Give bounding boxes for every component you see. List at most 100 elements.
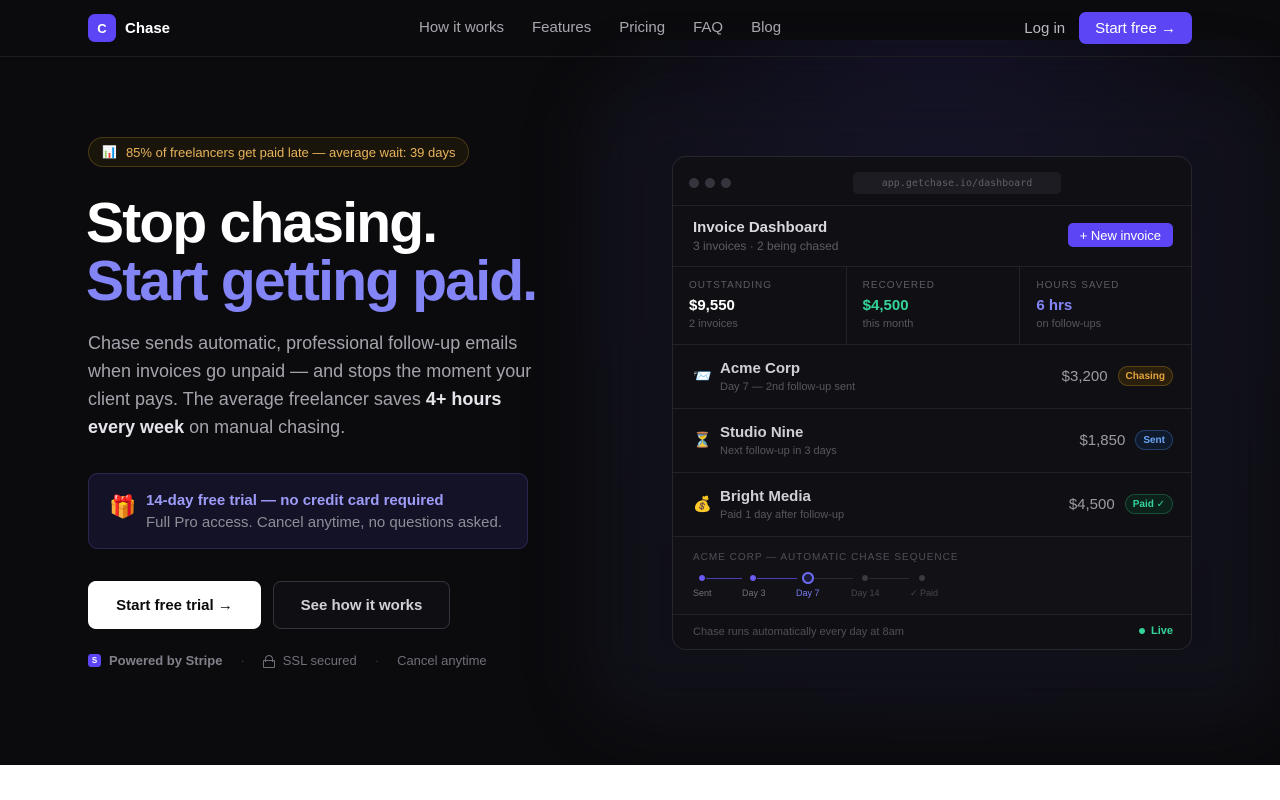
metric-value: $9,550 [689,297,735,314]
chase-sequence: ACME CORP — AUTOMATIC CHASE SEQUENCE Sen… [673,537,1191,615]
description-text-2: on manual chasing. [184,417,346,437]
metric-outstanding: OUTSTANDING $9,550 2 invoices [673,267,847,345]
invoice-meta: $3,200 Chasing [1062,366,1173,386]
invoice-note: Paid 1 day after follow-up [720,509,845,521]
sequence-step-dot [862,575,868,581]
powered-by-stripe: Powered by Stripe [109,653,223,668]
window-dot-icon [721,178,731,188]
sequence-step-dot [750,575,756,581]
trial-callout: 🎁 14-day free trial — no credit card req… [88,473,528,549]
metric-recovered: RECOVERED $4,500 this month [847,267,1021,345]
metric-label: RECOVERED [862,280,936,291]
metric-hours-saved: HOURS SAVED 6 hrs on follow-ups [1020,267,1191,345]
gift-icon: 🎁 [109,494,137,519]
sequence-step-label: Sent [693,588,712,598]
invoice-meta: $1,850 Sent [1079,430,1173,450]
brand-name: Chase [125,19,171,37]
url-bar: app.getchase.io/dashboard [853,172,1061,194]
headline-line-1: Stop chasing. [86,191,438,255]
window-dot-icon [689,178,699,188]
bar-chart-icon: 📊 [102,145,117,159]
headline-line-2: Start getting paid. [86,249,538,313]
nav-link-blog[interactable]: Blog [751,19,781,36]
start-free-button[interactable]: Start free → [1079,12,1192,44]
sequence-step-dot [699,575,705,581]
sequence-step-label: Day 14 [851,588,880,598]
sequence-connector [757,578,797,579]
live-dot-icon [1138,628,1145,634]
see-how-it-works-button[interactable]: See how it works [273,581,450,629]
hero-description: Chase sends automatic, professional foll… [88,329,538,441]
new-invoice-button[interactable]: + New invoice [1067,223,1173,247]
stripe-icon: S [88,654,101,667]
start-free-trial-button[interactable]: Start free trial → [88,581,261,629]
envelope-icon: 📨 [693,368,712,385]
invoice-amount: $3,200 [1061,367,1108,385]
nav-actions: Log in Start free → [1024,12,1192,44]
metric-label: HOURS SAVED [1036,280,1120,291]
live-label: Live [1150,625,1173,637]
invoice-amount: $1,850 [1079,431,1126,449]
metric-value: $4,500 [862,297,909,314]
logo-mark-icon: C [88,14,116,42]
hourglass-icon: ⏳ [693,432,712,449]
sequence-current-step [802,572,814,584]
status-badge: Sent [1135,430,1173,450]
trust-row: S Powered by Stripe · SSL secured · Canc… [88,653,487,668]
sequence-step-label: Day 7 [796,588,820,598]
dashboard-preview: app.getchase.io/dashboard Invoice Dashbo… [672,156,1192,650]
dashboard-footer: Chase runs automatically every day at 8a… [673,615,1191,649]
separator-dot: · [374,653,380,668]
invoice-client: Acme Corp [720,360,801,377]
invoice-note: Next follow-up in 3 days [720,445,837,457]
trial-title: 14-day free trial — no credit card requi… [146,492,444,509]
status-badge: Paid ✓ [1124,494,1173,514]
sequence-connector [706,578,742,579]
metric-sub: 2 invoices [689,318,738,330]
dashboard-header: Invoice Dashboard 3 invoices · 2 being c… [673,206,1191,267]
metric-value: 6 hrs [1036,297,1073,314]
trial-subtitle: Full Pro access. Cancel anytime, no ques… [146,514,503,531]
invoice-meta: $4,500 Paid ✓ [1069,494,1173,514]
dashboard-title: Invoice Dashboard [693,219,828,236]
top-nav: C Chase How it works Features Pricing FA… [0,0,1280,57]
invoice-row[interactable]: ⏳ Studio Nine Next follow-up in 3 days $… [673,409,1191,473]
schedule-note: Chase runs automatically every day at 8a… [693,626,904,638]
sequence-step-label: ✓ Paid [910,588,939,598]
landing-page: C Chase How it works Features Pricing FA… [0,0,1280,765]
invoice-row[interactable]: 📨 Acme Corp Day 7 — 2nd follow-up sent $… [673,345,1191,409]
metrics-row: OUTSTANDING $9,550 2 invoices RECOVERED … [673,267,1191,345]
nav-link-pricing[interactable]: Pricing [619,19,665,36]
cancel-anytime: Cancel anytime [397,653,487,668]
invoice-note: Day 7 — 2nd follow-up sent [720,381,856,393]
ssl-secured: SSL secured [282,653,357,668]
lock-icon [262,655,275,668]
metric-label: OUTSTANDING [689,280,773,291]
metric-sub: on follow-ups [1036,318,1102,330]
sequence-step-label: Day 3 [742,588,766,598]
sequence-title: ACME CORP — AUTOMATIC CHASE SEQUENCE [693,552,959,563]
brand-logo[interactable]: C Chase [88,14,170,42]
login-link[interactable]: Log in [1024,20,1065,37]
sequence-step-dot [919,575,925,581]
separator-dot: · [240,653,245,668]
nav-link-features[interactable]: Features [532,19,591,36]
invoice-client: Bright Media [720,488,811,505]
stat-pill-text: 85% of freelancers get paid late — avera… [125,144,456,160]
dashboard-subtitle: 3 invoices · 2 being chased [693,239,839,253]
sequence-connector [869,578,909,579]
sequence-connector [813,578,853,579]
invoice-client: Studio Nine [720,424,804,441]
invoice-row[interactable]: 💰 Bright Media Paid 1 day after follow-u… [673,473,1191,537]
browser-chrome: app.getchase.io/dashboard [673,157,1191,206]
nav-link-how-it-works[interactable]: How it works [419,19,504,36]
status-badge: Chasing [1117,366,1173,386]
stat-pill: 📊 85% of freelancers get paid late — ave… [88,137,470,167]
metric-sub: this month [862,318,914,330]
window-dot-icon [705,178,715,188]
nav-links: How it works Features Pricing FAQ Blog [419,19,781,36]
invoice-amount: $4,500 [1068,495,1115,513]
live-indicator: Live [1138,625,1173,637]
money-bag-icon: 💰 [693,496,712,513]
nav-link-faq[interactable]: FAQ [693,19,723,36]
